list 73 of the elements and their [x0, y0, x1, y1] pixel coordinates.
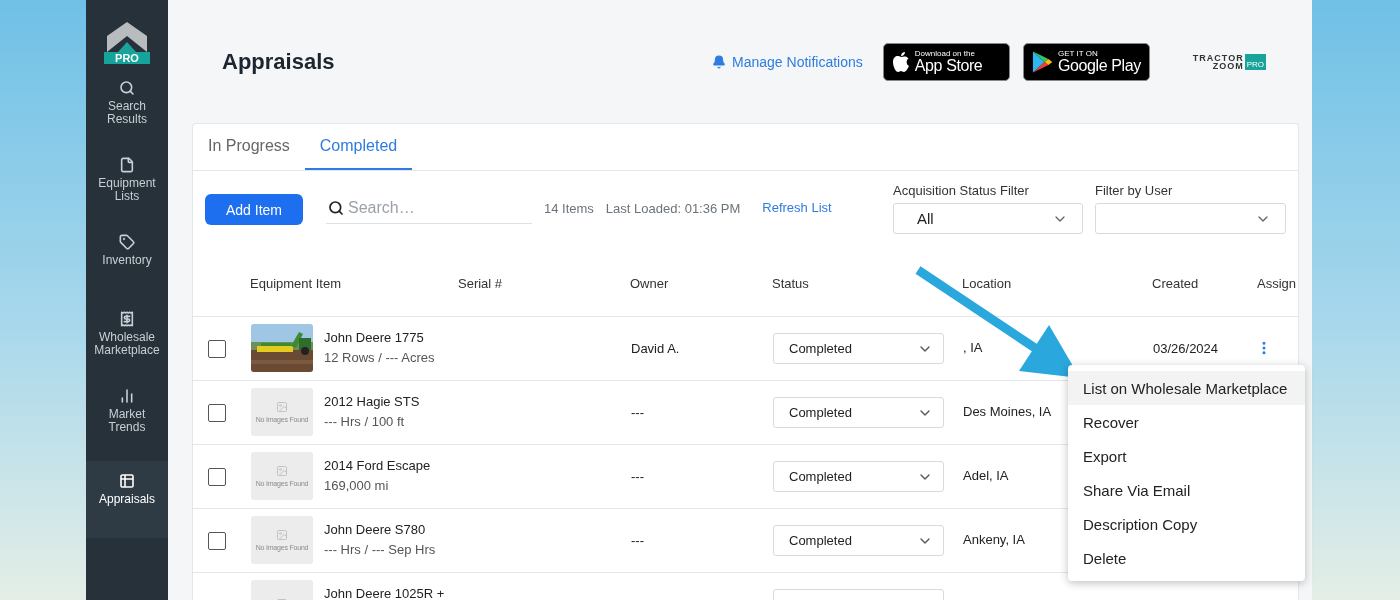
column-header: Status: [771, 276, 810, 291]
menu-item[interactable]: Share Via Email: [1068, 473, 1305, 507]
app-store-badge[interactable]: Download on the App Store: [882, 42, 1010, 81]
tag-icon: [119, 234, 135, 250]
column-header: Serial #: [457, 276, 504, 291]
sidebar-item[interactable]: Appraisals: [86, 461, 168, 538]
image-icon: [276, 529, 288, 541]
table-icon: [119, 473, 135, 489]
row-checkbox[interactable]: [208, 404, 226, 422]
manage-notifications-link[interactable]: Manage Notifications: [712, 53, 863, 70]
row-checkbox[interactable]: [208, 532, 226, 550]
row-checkbox[interactable]: [208, 340, 226, 358]
item-count: 14 Items: [544, 201, 594, 216]
filter-label: Acquisition Status Filter: [893, 183, 1030, 198]
sidebar-item[interactable]: Market Trends: [86, 384, 168, 461]
status-dropdown[interactable]: Completed: [773, 461, 944, 492]
bar-chart-icon: [119, 388, 135, 404]
last-loaded-text: Last Loaded: 01:36 PM: [605, 201, 741, 216]
equipment-name: John Deere 1025R +: [324, 586, 445, 600]
filter-label: Filter by User: [1095, 183, 1174, 198]
equipment-name: John Deere 1775: [324, 330, 425, 345]
location-text: Ankeny, IA: [963, 532, 1025, 547]
search-icon: [119, 80, 135, 96]
image-icon: [276, 465, 288, 477]
location-text: Des Moines, IA: [963, 404, 1052, 419]
bell-icon: [712, 54, 727, 69]
owner-text: ---: [631, 469, 644, 484]
created-date: 03/26/2024: [1153, 341, 1219, 356]
tab[interactable]: Completed: [304, 124, 413, 170]
add-item-button[interactable]: Add Item: [205, 194, 303, 225]
sidebar-item[interactable]: Wholesale Marketplace: [86, 307, 168, 384]
equipment-name: 2014 Ford Escape: [324, 458, 431, 473]
column-header: Owner: [629, 276, 670, 291]
play-icon: [1031, 49, 1054, 74]
logo-badge: PRO: [104, 52, 150, 64]
filter-dropdown[interactable]: All: [893, 203, 1083, 234]
menu-item[interactable]: Export: [1068, 439, 1305, 473]
status-dropdown[interactable]: Completed: [773, 333, 944, 364]
menu-item[interactable]: Delete: [1068, 541, 1305, 575]
location-text: Adel, IA: [963, 468, 1009, 483]
column-header: Location: [961, 276, 1013, 291]
owner-text: David A.: [631, 341, 680, 356]
image-icon: [276, 401, 288, 413]
file-icon: [119, 157, 135, 173]
logo-icon: [107, 22, 147, 52]
menu-item[interactable]: Recover: [1068, 405, 1305, 439]
sidebar-item[interactable]: Search Results: [86, 76, 168, 153]
row-checkbox[interactable]: [208, 468, 226, 486]
receipt-icon: [119, 311, 135, 327]
sidebar-item[interactable]: Inventory: [86, 230, 168, 307]
column-header: Created: [1151, 276, 1200, 291]
search-icon: [328, 200, 344, 216]
equipment-name: John Deere S780: [324, 522, 427, 537]
tab[interactable]: In Progress: [193, 124, 305, 170]
equipment-detail: 169,000 mi: [324, 478, 390, 493]
apple-icon: [891, 50, 910, 73]
menu-item[interactable]: Description Copy: [1068, 507, 1305, 541]
equipment-detail: --- Hrs / --- Sep Hrs: [324, 542, 436, 557]
menu-item[interactable]: List on Wholesale Marketplace: [1068, 371, 1305, 405]
status-dropdown[interactable]: Completed: [773, 525, 944, 556]
google-play-badge[interactable]: GET IT ON Google Play: [1022, 42, 1150, 81]
equipment-detail: --- Hrs / 100 ft: [324, 414, 406, 429]
column-header: Assign: [1256, 276, 1298, 291]
equipment-detail: 12 Rows / --- Acres: [324, 350, 435, 365]
owner-text: ---: [631, 405, 644, 420]
owner-text: ---: [631, 533, 644, 548]
page-title: Appraisals: [222, 48, 336, 75]
equipment-name: 2012 Hagie STS: [324, 394, 420, 409]
sidebar-item[interactable]: Equipment Lists: [86, 153, 168, 230]
refresh-list-link[interactable]: Refresh List: [762, 200, 832, 215]
status-dropdown[interactable]: Completed: [773, 397, 944, 428]
location-text: , IA: [963, 340, 983, 355]
column-header: Equipment Item: [249, 276, 343, 291]
